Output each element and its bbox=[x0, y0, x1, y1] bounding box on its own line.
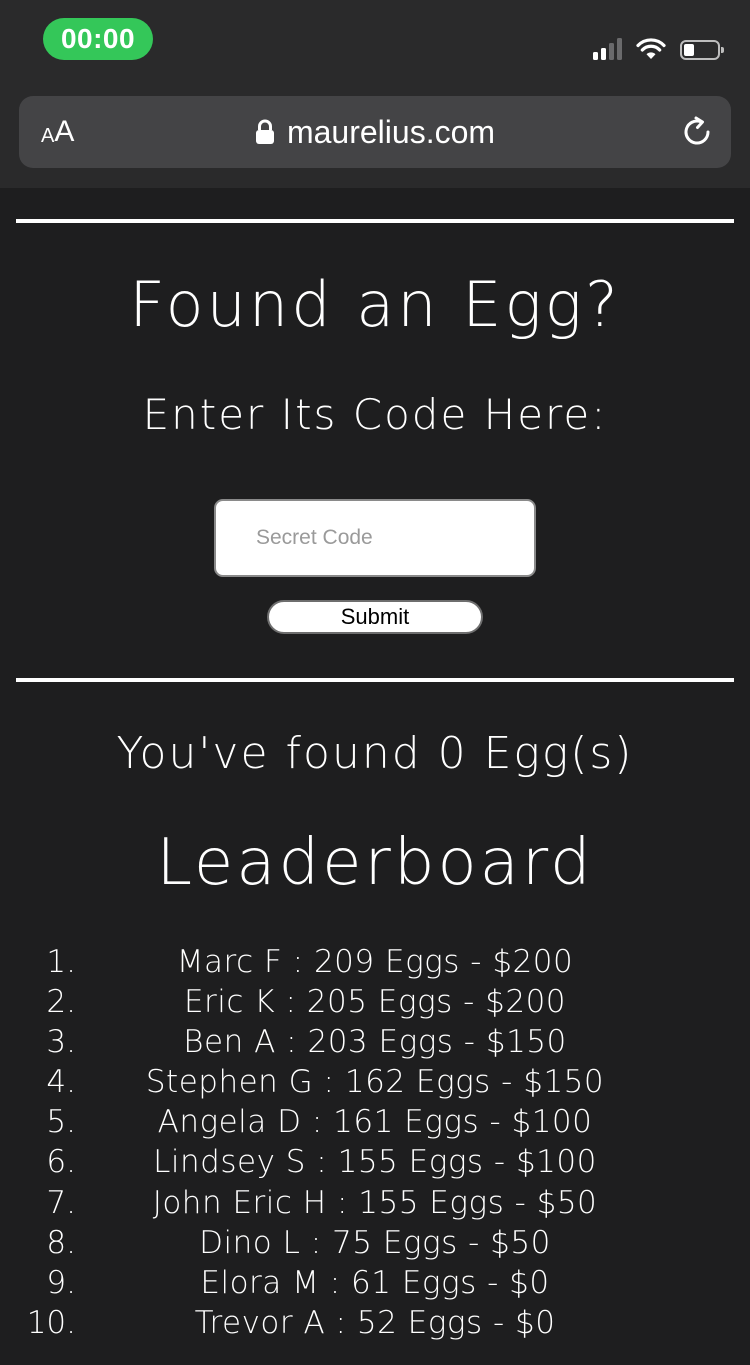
page-title: Found an Egg? bbox=[129, 268, 621, 341]
wifi-icon bbox=[636, 38, 666, 59]
leaderboard-row: 6. Lindsey S : 155 Eggs - $100 bbox=[0, 1142, 750, 1182]
text-size-button[interactable]: AA bbox=[41, 96, 74, 168]
leaderboard-row: 10. Trevor A : 52 Eggs - $0 bbox=[0, 1303, 750, 1343]
page-subtitle: Enter Its Code Here: bbox=[142, 390, 608, 439]
leaderboard-entry: Trevor A : 52 Eggs - $0 bbox=[194, 1304, 556, 1341]
submit-button[interactable]: Submit bbox=[267, 600, 483, 634]
eggs-found-count: You've found 0 Egg(s) bbox=[116, 728, 634, 779]
address-bar[interactable]: AA maurelius.com bbox=[19, 96, 731, 168]
cellular-signal-icon bbox=[593, 38, 622, 60]
status-time: 00:00 bbox=[43, 18, 153, 60]
leaderboard-row: 3. Ben A : 203 Eggs - $150 bbox=[0, 1022, 750, 1062]
leaderboard-row: 5. Angela D : 161 Eggs - $100 bbox=[0, 1102, 750, 1142]
leaderboard-list: 1. Marc F : 209 Eggs - $200 2. Eric K : … bbox=[0, 942, 750, 1343]
leaderboard-entry: Marc F : 209 Eggs - $200 bbox=[176, 944, 574, 980]
leaderboard-entry: Elora M : 61 Eggs - $0 bbox=[200, 1264, 550, 1301]
leaderboard-row: 7. John Eric H : 155 Eggs - $50 bbox=[0, 1183, 750, 1223]
leaderboard-row: 9. Elora M : 61 Eggs - $0 bbox=[0, 1263, 750, 1303]
reload-icon[interactable] bbox=[679, 114, 715, 150]
secret-code-input[interactable] bbox=[214, 499, 536, 577]
leaderboard-entry: Eric K : 205 Eggs - $200 bbox=[183, 984, 567, 1021]
lock-icon bbox=[255, 119, 274, 144]
battery-icon bbox=[680, 40, 724, 60]
status-icons bbox=[593, 30, 724, 60]
leaderboard-row: 8. Dino L : 75 Eggs - $50 bbox=[0, 1223, 750, 1263]
divider-top bbox=[16, 219, 734, 223]
leaderboard-entry: John Eric H : 155 Eggs - $50 bbox=[152, 1184, 598, 1221]
leaderboard-entry: Dino L : 75 Eggs - $50 bbox=[199, 1224, 551, 1261]
leaderboard-row: 2. Eric K : 205 Eggs - $200 bbox=[0, 982, 750, 1022]
url-text: maurelius.com bbox=[286, 113, 496, 150]
leaderboard-entry: Lindsey S : 155 Eggs - $100 bbox=[153, 1144, 597, 1181]
leaderboard-entry: Ben A : 203 Eggs - $150 bbox=[183, 1024, 567, 1061]
url-display: maurelius.com bbox=[19, 96, 731, 168]
leaderboard-entry: Stephen G : 162 Eggs - $150 bbox=[145, 1064, 605, 1101]
divider-middle bbox=[16, 678, 734, 682]
leaderboard-title: Leaderboard bbox=[156, 826, 594, 900]
leaderboard-row: 1. Marc F : 209 Eggs - $200 bbox=[0, 942, 750, 982]
leaderboard-entry: Angela D : 161 Eggs - $100 bbox=[157, 1104, 593, 1141]
browser-chrome: 00:00 AA maurelius.com bbox=[0, 0, 750, 188]
leaderboard-row: 4. Stephen G : 162 Eggs - $150 bbox=[0, 1062, 750, 1102]
